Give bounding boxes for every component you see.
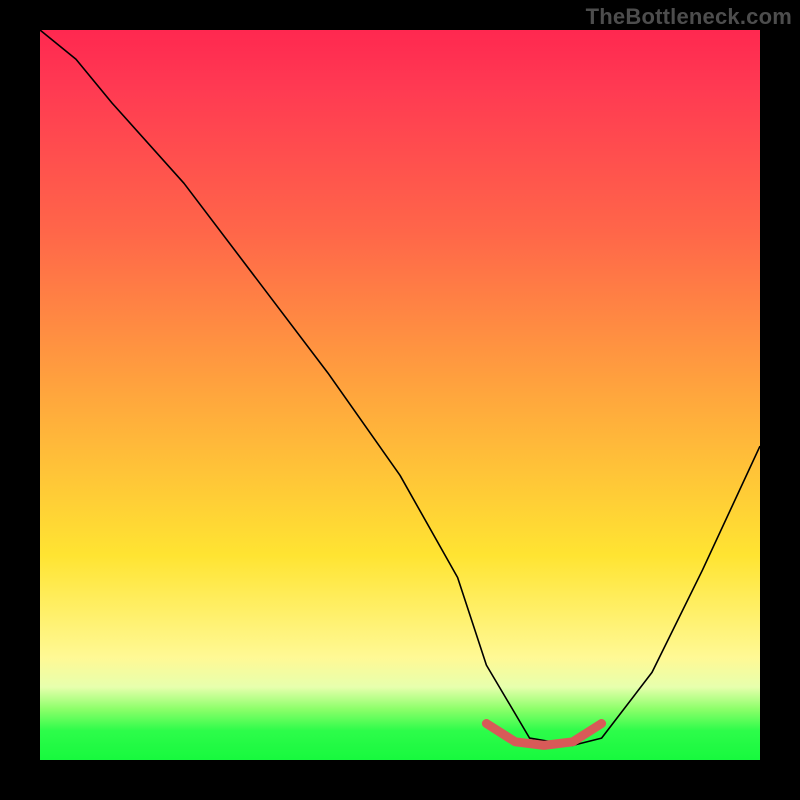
watermark-text: TheBottleneck.com bbox=[586, 4, 792, 30]
curve-svg bbox=[40, 30, 760, 760]
bottleneck-curve bbox=[40, 30, 760, 745]
chart-frame: TheBottleneck.com bbox=[0, 0, 800, 800]
plot-gradient-area bbox=[40, 30, 760, 760]
